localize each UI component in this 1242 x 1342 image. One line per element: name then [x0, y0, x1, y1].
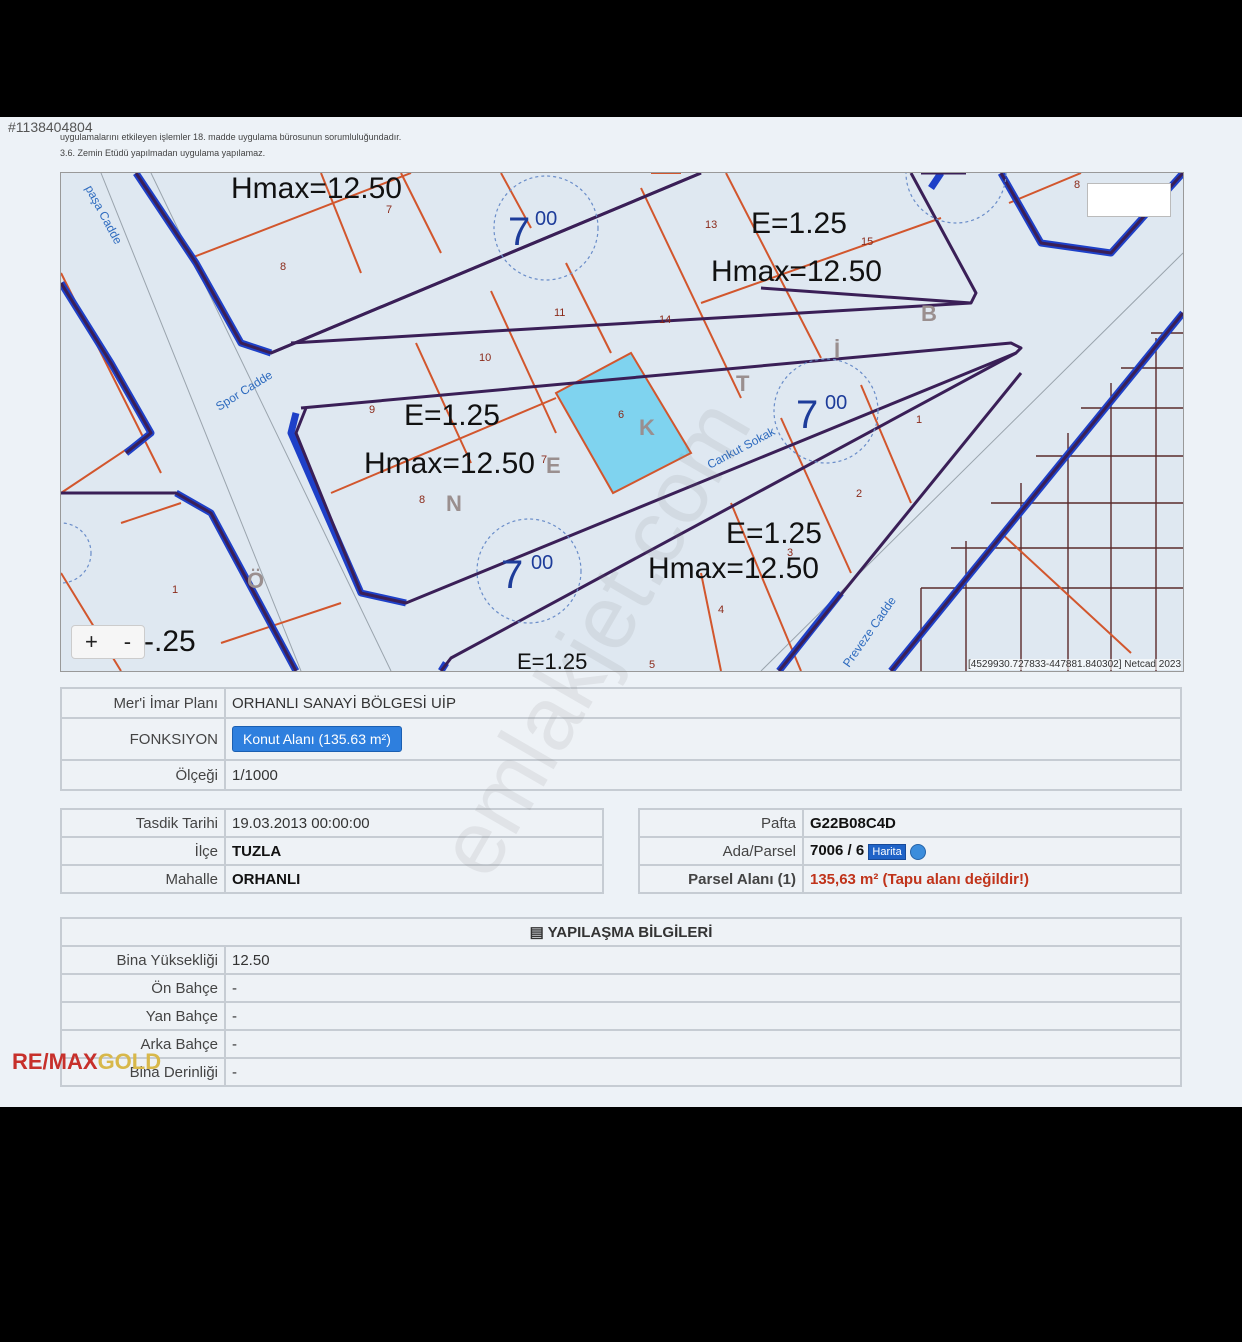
zone-main: 7 — [508, 210, 530, 254]
note-line-2: 3.6. Zemin Etüdü yapılmadan uygulama yap… — [60, 148, 266, 158]
note-line-1: uygulamalarını etkileyen işlemler 18. ma… — [60, 132, 402, 142]
block-parcel-value: 7006 / 6 — [810, 842, 865, 860]
sheet-label: Pafta — [638, 808, 804, 838]
map-label-e-5: E=1.25 — [517, 649, 587, 671]
building-info-table: ▤ YAPILAŞMA BİLGİLERİ Bina Yüksekliği 12… — [60, 917, 1182, 1087]
zone-sup: 00 — [535, 208, 557, 230]
scale-value: 1/1000 — [224, 759, 1182, 791]
svg-text:7: 7 — [796, 393, 818, 437]
svg-text:E: E — [546, 453, 561, 478]
map-label-hmax-3: Hmax=12.50 — [364, 447, 535, 480]
imar-screen: #1138404804 uygulamalarını etkileyen işl… — [0, 117, 1242, 1107]
building-info-header: ▤ YAPILAŞMA BİLGİLERİ — [60, 917, 1182, 947]
neighborhood-label: Mahalle — [60, 864, 226, 894]
svg-text:B: B — [921, 301, 937, 326]
map-label-partial: -.25 — [144, 625, 196, 658]
svg-text:K: K — [639, 415, 655, 440]
svg-text:8: 8 — [280, 261, 286, 273]
document-icon: ▤ — [529, 924, 544, 941]
zoom-control[interactable]: + - — [71, 625, 145, 659]
map-label-e-4: E=1.25 — [726, 517, 822, 550]
map-thumbnail[interactable] — [1087, 183, 1171, 217]
svg-text:2: 2 — [856, 488, 862, 500]
svg-text:N: N — [446, 491, 462, 516]
building-height-value: 12.50 — [224, 945, 1182, 975]
building-height-label: Bina Yüksekliği — [60, 945, 226, 975]
svg-text:8: 8 — [419, 494, 425, 506]
svg-text:11: 11 — [554, 307, 565, 319]
svg-text:T: T — [736, 371, 750, 396]
svg-text:5: 5 — [649, 659, 655, 671]
zoning-map[interactable]: Hmax=12.50 E=1.25 Hmax=12.50 E=1.25 Hmax… — [60, 172, 1184, 672]
svg-text:1: 1 — [172, 584, 178, 596]
svg-text:13: 13 — [705, 219, 717, 231]
parcel-table: Pafta G22B08C4D Ada/Parsel 7006 / 6 Hari… — [638, 808, 1182, 894]
map-button[interactable]: Harita — [868, 843, 906, 860]
approval-date-value: 19.03.2013 00:00:00 — [224, 808, 604, 838]
svg-text:3: 3 — [787, 547, 793, 559]
rear-yard-value: - — [224, 1029, 1182, 1059]
svg-text:14: 14 — [659, 314, 671, 326]
district-value: TUZLA — [224, 836, 604, 866]
zoom-in-button[interactable]: + — [85, 629, 98, 655]
remax-logo: RE/MAXGOLD — [12, 1049, 162, 1074]
street-pasa: paşa Cadde — [82, 183, 125, 247]
neighborhood-value: ORHANLI — [224, 864, 604, 894]
svg-text:1: 1 — [916, 414, 922, 426]
scale-label: Ölçeği — [60, 759, 226, 791]
svg-text:4: 4 — [718, 604, 724, 616]
svg-text:00: 00 — [825, 392, 847, 414]
building-depth-value: - — [224, 1057, 1182, 1087]
map-canvas: Hmax=12.50 E=1.25 Hmax=12.50 E=1.25 Hmax… — [61, 173, 1183, 671]
parcel-area-label: Parsel Alanı (1) — [638, 864, 804, 894]
block-parcel-label: Ada/Parsel — [638, 836, 804, 866]
front-yard-value: - — [224, 973, 1182, 1003]
svg-text:7: 7 — [386, 204, 392, 216]
front-yard-label: Ön Bahçe — [60, 973, 226, 1003]
zoom-out-button[interactable]: - — [124, 629, 131, 655]
street-preveze: Preveze Cadde — [840, 594, 899, 670]
svg-text:00: 00 — [531, 552, 553, 574]
function-button[interactable]: Konut Alanı (135.63 m²) — [232, 726, 402, 752]
map-label-hmax-2: Hmax=12.50 — [711, 255, 882, 288]
approval-date-label: Tasdik Tarihi — [60, 808, 226, 838]
svg-text:15: 15 — [861, 236, 873, 248]
map-coordinates: [4529930.727833-447881.840302] Netcad 20… — [968, 659, 1181, 670]
parcel-area-value: 135,63 m² (Tapu alanı değildir!) — [802, 864, 1182, 894]
svg-text:6: 6 — [618, 409, 624, 421]
svg-text:9: 9 — [369, 404, 375, 416]
side-yard-label: Yan Bahçe — [60, 1001, 226, 1031]
sheet-value: G22B08C4D — [802, 808, 1182, 838]
side-yard-value: - — [224, 1001, 1182, 1031]
street-spor: Spor Cadde — [213, 368, 275, 414]
approval-table: Tasdik Tarihi 19.03.2013 00:00:00 İlçe T… — [60, 808, 604, 894]
map-label-hmax-1: Hmax=12.50 — [231, 173, 402, 205]
district-label: İlçe — [60, 836, 226, 866]
map-label-e-3: E=1.25 — [404, 399, 500, 432]
plan-table: Mer'i İmar Planı ORHANLI SANAYİ BÖLGESİ … — [60, 687, 1182, 791]
svg-text:Ö: Ö — [247, 568, 264, 593]
svg-text:8: 8 — [1074, 179, 1080, 191]
function-label: FONKSIYON — [60, 717, 226, 761]
svg-text:İ: İ — [834, 338, 840, 363]
plan-value: ORHANLI SANAYİ BÖLGESİ UİP — [224, 687, 1182, 719]
globe-icon[interactable] — [909, 843, 926, 860]
plan-label: Mer'i İmar Planı — [60, 687, 226, 719]
svg-text:7: 7 — [501, 553, 523, 597]
map-label-hmax-4: Hmax=12.50 — [648, 552, 819, 585]
map-label-e-2: E=1.25 — [751, 207, 847, 240]
svg-text:10: 10 — [479, 352, 491, 364]
